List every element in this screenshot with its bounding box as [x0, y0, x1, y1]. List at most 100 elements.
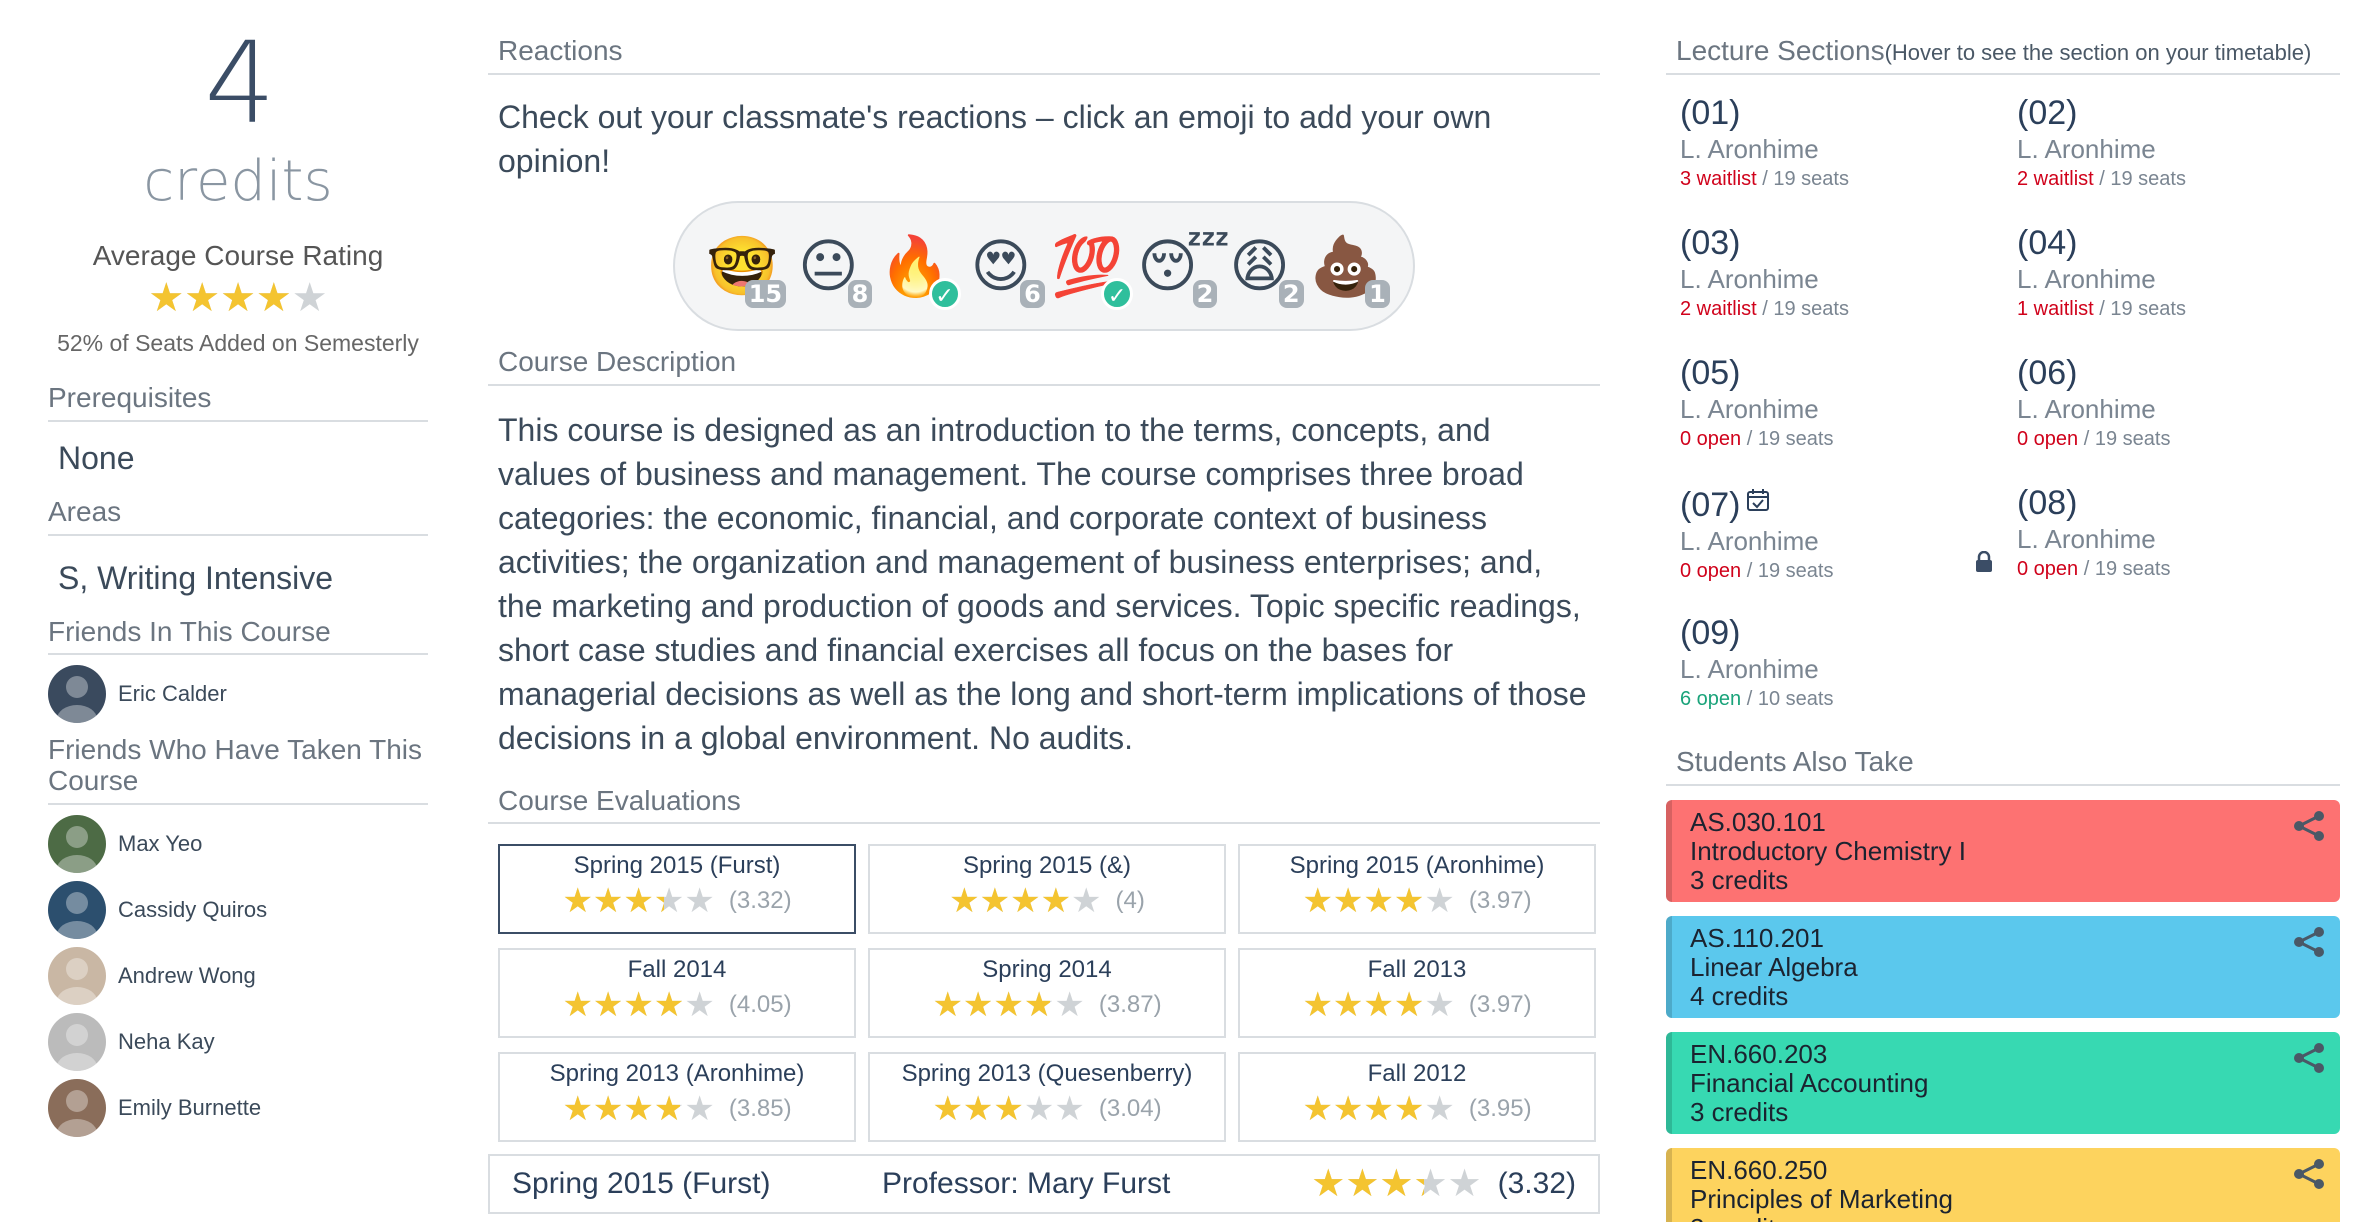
- share-icon[interactable]: [2292, 926, 2326, 958]
- hundred-points-icon[interactable]: 💯 ✓: [1051, 230, 1134, 310]
- star-icon: ★★: [623, 1090, 654, 1129]
- share-icon[interactable]: [2292, 810, 2326, 842]
- section-number: (04): [2017, 223, 2354, 263]
- friend-row[interactable]: Cassidy Quiros: [48, 877, 428, 943]
- average-rating-stars: ★★★★★★★★★★: [48, 278, 428, 318]
- evaluation-term: Fall 2014: [627, 956, 727, 984]
- friend-row[interactable]: Andrew Wong: [48, 943, 428, 1009]
- star-fill: ★: [1302, 884, 1333, 919]
- related-course-code: AS.030.101: [1690, 806, 1826, 837]
- star-icon: ★★: [1302, 1090, 1333, 1129]
- friend-row[interactable]: Neha Kay: [48, 1009, 428, 1075]
- evaluation-card[interactable]: Spring 2013 (Quesenberry)★★★★★★★★★★(3.04…: [868, 1052, 1226, 1143]
- section-seats: 0 open / 19 seats: [2017, 425, 2354, 453]
- evaluation-card[interactable]: Spring 2014★★★★★★★★★★(3.87): [868, 948, 1226, 1039]
- reaction-count: 2: [1278, 279, 1304, 308]
- star-fill: ★: [932, 988, 963, 1023]
- friends-taken-heading: Friends Who Have Taken This Course: [48, 735, 428, 805]
- evaluation-card[interactable]: Spring 2015 (&) ★★★★★★★★★★(4): [868, 844, 1226, 935]
- section-capacity: / 19 seats: [1762, 297, 1849, 320]
- evaluation-card[interactable]: Fall 2012★★★★★★★★★★(3.95): [1238, 1052, 1596, 1143]
- avatar: [48, 814, 106, 873]
- evaluation-card[interactable]: Fall 2013★★★★★★★★★★(3.97): [1238, 948, 1596, 1039]
- neutral-face-icon[interactable]: 😐 8: [792, 230, 873, 308]
- reaction-count: 2: [1192, 279, 1218, 308]
- lecture-section[interactable]: (02) L. Aronhime 2 waitlist / 19 seats: [2017, 93, 2354, 223]
- star-icon: ★★: [291, 276, 328, 320]
- evaluation-card[interactable]: Spring 2013 (Aronhime)★★★★★★★★★★(3.85): [498, 1052, 856, 1143]
- star-fill: ★: [993, 988, 1024, 1023]
- lecture-section[interactable]: (05) L. Aronhime 0 open / 19 seats: [1680, 353, 2017, 483]
- nerd-face-icon[interactable]: 🤓 15: [706, 230, 787, 308]
- section-seats: 0 open / 19 seats: [2017, 555, 2354, 583]
- related-course-code: AS.110.201: [1690, 922, 1824, 953]
- lecture-sections-heading: Lecture Sections(Hover to see the sectio…: [1666, 0, 2340, 75]
- friend-row[interactable]: Max Yeo: [48, 811, 428, 877]
- related-course-card[interactable]: EN.660.203 Financial Accounting 3 credits: [1666, 1031, 2340, 1134]
- star-icon: ★★: [1424, 1090, 1455, 1129]
- star-icon: ★★: [562, 986, 593, 1025]
- lecture-section[interactable]: (06) L. Aronhime 0 open / 19 seats: [2017, 353, 2354, 483]
- evaluation-score: (3.85): [728, 1095, 792, 1123]
- star-rating: ★★★★★★★★★★: [562, 988, 714, 1022]
- star-icon: ★★: [1302, 882, 1333, 921]
- section-capacity: / 19 seats: [2083, 427, 2171, 450]
- evaluation-score: (3.97): [1468, 991, 1532, 1019]
- star-icon: ★★: [1413, 1163, 1448, 1206]
- related-course-card[interactable]: AS.030.101 Introductory Chemistry I3 cred…: [1666, 799, 2340, 902]
- evaluation-rating: ★★★★★★★★★★(4): [870, 884, 1224, 918]
- star-fill: ★: [592, 988, 624, 1023]
- lock-icon[interactable]: [1974, 550, 1994, 579]
- lecture-section[interactable]: (09) L. Aronhime 6 open / 10 seats: [1680, 613, 2017, 743]
- lecture-section[interactable]: (03) L. Aronhime 2 waitlist / 19 seats: [1680, 223, 2017, 353]
- friend-name: Max Yeo: [118, 830, 203, 856]
- evaluation-card[interactable]: Fall 2014★★★★★★★★★★(4.05): [498, 948, 856, 1039]
- friend-row[interactable]: Emily Burnette: [48, 1075, 428, 1141]
- poop-icon[interactable]: 💩 1: [1310, 230, 1390, 308]
- related-course-card[interactable]: AS.110.201 Linear Algebra 4 credits: [1666, 915, 2340, 1018]
- weary-face-icon[interactable]: 😩 2: [1224, 230, 1304, 308]
- evaluation-card[interactable]: Spring 2015 (Aronhime)★★★★★★★★★★(3.97): [1238, 844, 1596, 935]
- evaluation-term: Spring 2015 (&): [962, 852, 1132, 880]
- star-icon: ★★: [962, 986, 994, 1025]
- lecture-section[interactable]: (08) L. Aronhime 0 open / 19 seats: [2017, 483, 2354, 613]
- heart-eyes-icon[interactable]: 😍 6: [965, 230, 1045, 308]
- friend-name: Eric Calder: [118, 681, 227, 707]
- lecture-section[interactable]: (07) L. Aronhime 0 open / 19 seats: [1680, 483, 2017, 613]
- check-icon: ✓: [1101, 277, 1134, 310]
- star-fill: ★: [1040, 884, 1072, 919]
- star-icon: ★★: [684, 986, 715, 1025]
- areas-heading: Areas: [48, 496, 428, 536]
- section-number-text: (07): [1680, 485, 1741, 524]
- fire-icon[interactable]: 🔥 ✓: [879, 230, 961, 310]
- star-icon: ★★: [1393, 1090, 1425, 1129]
- related-course-card[interactable]: EN.660.250Principles of Marketing3 credi…: [1666, 1147, 2340, 1222]
- star-rating: ★★★★★★★★★★: [562, 1092, 714, 1126]
- evaluation-term: Fall 2012: [1367, 1060, 1467, 1088]
- share-icon[interactable]: [2292, 1042, 2326, 1074]
- section-professor: L. Aronhime: [1680, 263, 1819, 294]
- avatar: [48, 1078, 106, 1137]
- star-icon: ★★: [1345, 1163, 1380, 1206]
- star-icon: ★★: [148, 276, 185, 320]
- friends-in-course-section: Friends In This Course Eric Calder: [48, 616, 428, 728]
- evaluation-card[interactable]: Spring 2015 (Furst)★★★★★★★★★★(3.32): [498, 844, 856, 935]
- star-icon: ★★: [592, 1090, 624, 1129]
- star-icon: ★★: [1447, 1163, 1482, 1206]
- prerequisites-value: None: [58, 439, 135, 476]
- star-fill: ★: [1393, 884, 1424, 919]
- evaluations-heading: Course Evaluations: [488, 760, 1600, 825]
- credits-number: 4: [204, 19, 275, 149]
- friend-row[interactable]: Eric Calder: [48, 661, 428, 727]
- section-status: 0 open: [2017, 427, 2079, 450]
- star-fill: ★: [562, 1092, 593, 1127]
- lecture-section[interactable]: (01) L. Aronhime 3 waitlist / 19 seats: [1680, 93, 2017, 223]
- star-fill: ★: [962, 988, 994, 1023]
- share-icon[interactable]: [2292, 1158, 2326, 1190]
- star-fill: ★: [1023, 988, 1051, 1023]
- sleeping-face-icon[interactable]: 😴 2: [1137, 230, 1230, 308]
- lecture-section[interactable]: (04) L. Aronhime 1 waitlist / 19 seats: [2017, 223, 2354, 353]
- section-status: 3 waitlist: [1680, 167, 1757, 190]
- star-fill: ★: [562, 988, 593, 1023]
- star-icon: ★★: [1040, 882, 1072, 921]
